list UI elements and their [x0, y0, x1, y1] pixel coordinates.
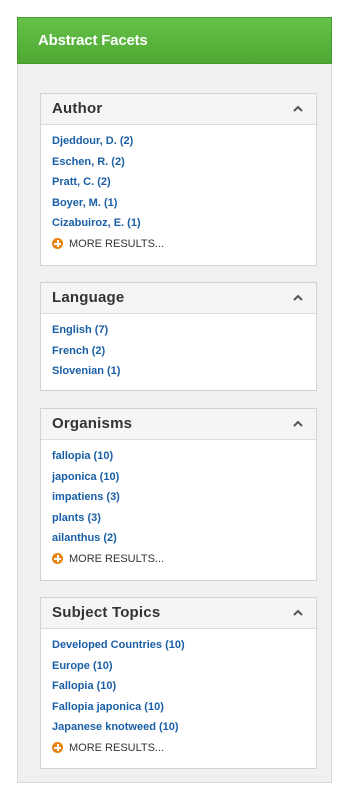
facet-header[interactable]: Language	[41, 283, 316, 314]
chevron-up-icon[interactable]	[292, 104, 304, 114]
facet-item[interactable]: impatiens (3)	[52, 487, 305, 508]
facet-title: Organisms	[52, 415, 133, 432]
facet-item[interactable]: japonica (10)	[52, 467, 305, 488]
facet-title: Language	[52, 289, 125, 306]
chevron-up-icon[interactable]	[292, 608, 304, 618]
facet-item[interactable]: Cizabuiroz, E. (1)	[52, 213, 305, 234]
facet-item[interactable]: Eschen, R. (2)	[52, 152, 305, 173]
facet-item[interactable]: Djeddour, D. (2)	[52, 131, 305, 152]
facet-item[interactable]: Europe (10)	[52, 656, 305, 677]
facet-organisms: Organisms fallopia (10) japonica (10) im…	[40, 408, 317, 581]
facet-header[interactable]: Organisms	[41, 409, 316, 440]
facet-author: Author Djeddour, D. (2) Eschen, R. (2) P…	[40, 93, 317, 266]
facet-item[interactable]: Developed Countries (10)	[52, 635, 305, 656]
facet-item[interactable]: plants (3)	[52, 508, 305, 529]
more-results-label: MORE RESULTS...	[69, 552, 165, 565]
more-results-label: MORE RESULTS...	[69, 741, 165, 754]
facet-item[interactable]: fallopia (10)	[52, 446, 305, 467]
facet-item[interactable]: ailanthus (2)	[52, 528, 305, 549]
facet-item[interactable]: Fallopia (10)	[52, 676, 305, 697]
panel-title: Abstract Facets	[17, 17, 332, 64]
facet-subject-topics: Subject Topics Developed Countries (10) …	[40, 597, 317, 769]
facet-list: English (7) French (2) Slovenian (1)	[41, 314, 316, 386]
facet-item[interactable]: Boyer, M. (1)	[52, 193, 305, 214]
plus-circle-icon	[52, 553, 63, 564]
facet-item[interactable]: French (2)	[52, 341, 305, 362]
facet-title: Subject Topics	[52, 604, 161, 621]
plus-circle-icon	[52, 238, 63, 249]
facet-item[interactable]: Japanese knotweed (10)	[52, 717, 305, 738]
more-results-label: MORE RESULTS...	[69, 237, 165, 250]
facet-item[interactable]: Slovenian (1)	[52, 361, 305, 382]
chevron-up-icon[interactable]	[292, 293, 304, 303]
facet-item[interactable]: Pratt, C. (2)	[52, 172, 305, 193]
more-results-button[interactable]: MORE RESULTS...	[52, 234, 305, 254]
abstract-facets-panel: Abstract Facets Author Djeddour, D. (2) …	[17, 17, 332, 783]
facet-title: Author	[52, 100, 103, 117]
more-results-button[interactable]: MORE RESULTS...	[52, 549, 305, 569]
facet-list: fallopia (10) japonica (10) impatiens (3…	[41, 440, 316, 573]
facet-item[interactable]: English (7)	[52, 320, 305, 341]
more-results-button[interactable]: MORE RESULTS...	[52, 738, 305, 758]
facet-list: Djeddour, D. (2) Eschen, R. (2) Pratt, C…	[41, 125, 316, 258]
facet-header[interactable]: Author	[41, 94, 316, 125]
plus-circle-icon	[52, 742, 63, 753]
facet-language: Language English (7) French (2) Slovenia…	[40, 282, 317, 391]
chevron-up-icon[interactable]	[292, 419, 304, 429]
facet-item[interactable]: Fallopia japonica (10)	[52, 697, 305, 718]
facet-header[interactable]: Subject Topics	[41, 598, 316, 629]
facet-list: Developed Countries (10) Europe (10) Fal…	[41, 629, 316, 762]
